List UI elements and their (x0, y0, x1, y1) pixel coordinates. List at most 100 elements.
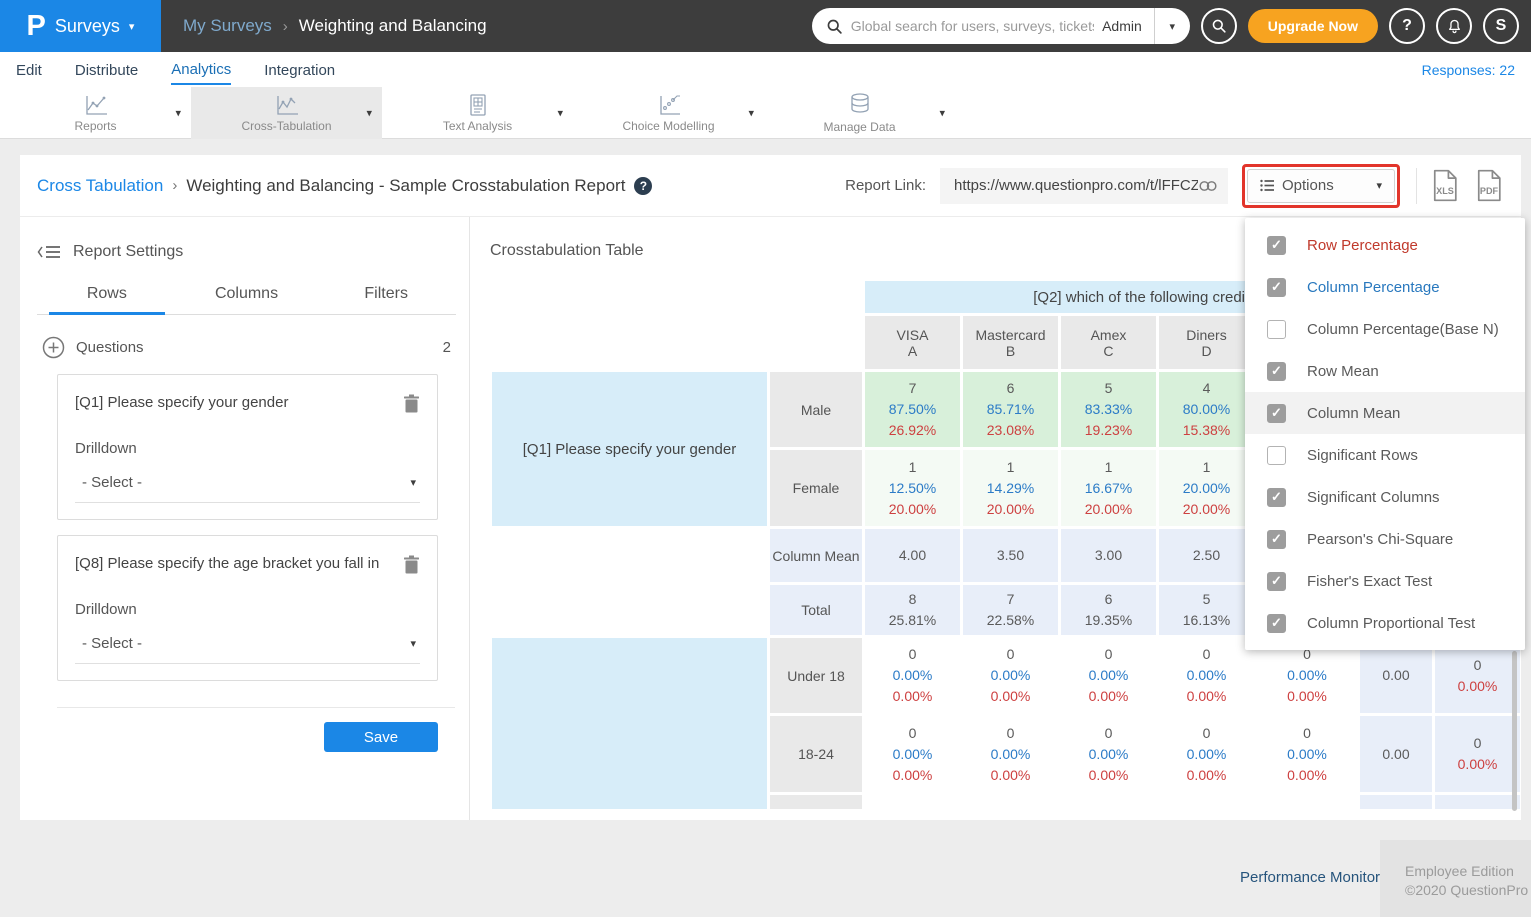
option-label: Column Percentage(Base N) (1307, 321, 1499, 338)
caret-down-icon[interactable]: ▾ (748, 107, 754, 120)
export-xls-icon[interactable]: XLS (1431, 169, 1459, 202)
line-chart-icon (83, 93, 109, 117)
tab-columns[interactable]: Columns (177, 285, 317, 314)
tab-filters[interactable]: Filters (316, 285, 456, 314)
toolbar-choice-modelling[interactable]: Choice Modelling ▾ (573, 87, 764, 139)
option-row-percentage[interactable]: Row Percentage (1245, 224, 1525, 266)
checkbox[interactable] (1267, 488, 1286, 507)
caret-down-icon[interactable]: ▾ (175, 107, 181, 120)
delete-question-icon[interactable] (403, 555, 420, 575)
option-significant-rows[interactable]: Significant Rows (1245, 434, 1525, 476)
option-significant-columns[interactable]: Significant Columns (1245, 476, 1525, 518)
checkbox[interactable] (1267, 278, 1286, 297)
report-link-label: Report Link: (845, 177, 926, 194)
report-breadcrumb: Cross Tabulation › Weighting and Balanci… (37, 176, 652, 196)
search-button[interactable] (1201, 8, 1237, 44)
report-settings-title: Report Settings (73, 243, 183, 261)
search-scope-dropdown[interactable]: ▾ (1154, 8, 1190, 44)
table-cell: 120.00%20.00% (1159, 450, 1254, 526)
drilldown-select[interactable]: - Select - ▾ (75, 474, 420, 503)
questions-row: Questions 2 (42, 336, 451, 359)
tab-rows[interactable]: Rows (37, 285, 177, 314)
report-url-box[interactable]: https://www.questionpro.com/t/lFFCZg (940, 168, 1228, 204)
database-icon (848, 92, 872, 118)
caret-down-icon[interactable]: ▾ (557, 107, 563, 120)
row-label-18-24: 18-24 (770, 716, 862, 792)
export-pdf-icon[interactable]: PDF (1475, 169, 1503, 202)
checkbox[interactable] (1267, 446, 1286, 465)
nav-distribute[interactable]: Distribute (75, 55, 138, 84)
table-cell: 116.67%20.00% (1061, 450, 1156, 526)
option-fishers-exact-test[interactable]: Fisher's Exact Test (1245, 560, 1525, 602)
option-column-mean[interactable]: Column Mean (1245, 392, 1525, 434)
save-button[interactable]: Save (324, 722, 438, 752)
crosstab-title: Crosstabulation Table (490, 242, 644, 260)
caret-down-icon: ▾ (129, 20, 135, 33)
row-label-clipped (770, 795, 862, 809)
checkbox[interactable] (1267, 572, 1286, 591)
document-grid-icon (467, 93, 489, 117)
option-pearsons-chi-square[interactable]: Pearson's Chi-Square (1245, 518, 1525, 560)
performance-monitor-link[interactable]: Performance Monitor (1240, 869, 1380, 886)
table-scrollbar[interactable] (1512, 651, 1517, 811)
toolbar-cross-tabulation[interactable]: Cross-Tabulation ▾ (191, 87, 382, 139)
user-avatar[interactable]: S (1483, 8, 1519, 44)
add-question-icon[interactable] (42, 336, 65, 359)
toolbar-choice-modelling-label: Choice Modelling (622, 119, 714, 133)
option-column-percentage-base-n[interactable]: Column Percentage(Base N) (1245, 308, 1525, 350)
option-label: Column Mean (1307, 405, 1400, 422)
checkbox[interactable] (1267, 362, 1286, 381)
checkbox[interactable] (1267, 320, 1286, 339)
checkbox[interactable] (1267, 614, 1286, 633)
drilldown-select[interactable]: - Select - ▾ (75, 635, 420, 664)
product-switcher[interactable]: P Surveys ▾ (0, 0, 161, 52)
nav-analytics[interactable]: Analytics (171, 54, 231, 85)
toolbar-text-analysis[interactable]: Text Analysis ▾ (382, 87, 573, 139)
nav-integration[interactable]: Integration (264, 55, 335, 84)
top-header-bar: P Surveys ▾ My Surveys › Weighting and B… (0, 0, 1531, 52)
column-header-mastercard: MastercardB (963, 316, 1058, 369)
column-header-diners: DinersD (1159, 316, 1254, 369)
option-label: Significant Columns (1307, 489, 1440, 506)
collapse-panel-icon[interactable] (37, 244, 61, 260)
delete-question-icon[interactable] (403, 394, 420, 414)
table-cell: 00.00% (1435, 716, 1520, 792)
table-cell (1360, 795, 1432, 809)
breadcrumb-my-surveys[interactable]: My Surveys (183, 16, 272, 36)
questions-label: Questions (76, 339, 144, 356)
options-button[interactable]: Options ▾ (1247, 169, 1395, 203)
toolbar-manage-data[interactable]: Manage Data ▾ (764, 87, 955, 139)
table-cell: 00.00%0.00% (865, 638, 960, 713)
help-button[interactable]: ? (1389, 8, 1425, 44)
checkbox[interactable] (1267, 530, 1286, 549)
search-input[interactable] (843, 18, 1102, 34)
analytics-toolbar: Reports ▾ Cross-Tabulation ▾ Text Analys… (0, 87, 1531, 139)
toolbar-reports[interactable]: Reports ▾ (0, 87, 191, 139)
table-cell: 00.00%0.00% (963, 716, 1058, 792)
row-label-total: Total (770, 585, 862, 635)
question-card-q1: [Q1] Please specify your gender Drilldow… (57, 374, 438, 520)
upgrade-now-button[interactable]: Upgrade Now (1248, 9, 1378, 43)
caret-down-icon[interactable]: ▾ (366, 107, 372, 120)
checkbox[interactable] (1267, 236, 1286, 255)
avatar-initial: S (1496, 17, 1507, 35)
report-title: Weighting and Balancing - Sample Crossta… (186, 176, 625, 196)
nav-edit[interactable]: Edit (16, 55, 42, 84)
report-help-icon[interactable]: ? (634, 177, 652, 195)
option-column-percentage[interactable]: Column Percentage (1245, 266, 1525, 308)
question-card-q8: [Q8] Please specify the age bracket you … (57, 535, 438, 681)
breadcrumb-survey-name: Weighting and Balancing (299, 16, 487, 36)
search-icon (1211, 18, 1227, 34)
checkbox[interactable] (1267, 404, 1286, 423)
page: P Surveys ▾ My Surveys › Weighting and B… (0, 0, 1531, 917)
caret-down-icon[interactable]: ▾ (939, 107, 945, 120)
search-scope-value: Admin (1102, 18, 1154, 34)
option-row-mean[interactable]: Row Mean (1245, 350, 1525, 392)
question-mark-icon: ? (1402, 17, 1412, 35)
cross-tabulation-link[interactable]: Cross Tabulation (37, 176, 163, 196)
survey-nav: Edit Distribute Analytics Integration Re… (0, 52, 1531, 87)
table-cell: 00.00%0.00% (1159, 638, 1254, 713)
search-icon (826, 18, 843, 35)
notifications-button[interactable] (1436, 8, 1472, 44)
option-column-proportional-test[interactable]: Column Proportional Test (1245, 602, 1525, 644)
